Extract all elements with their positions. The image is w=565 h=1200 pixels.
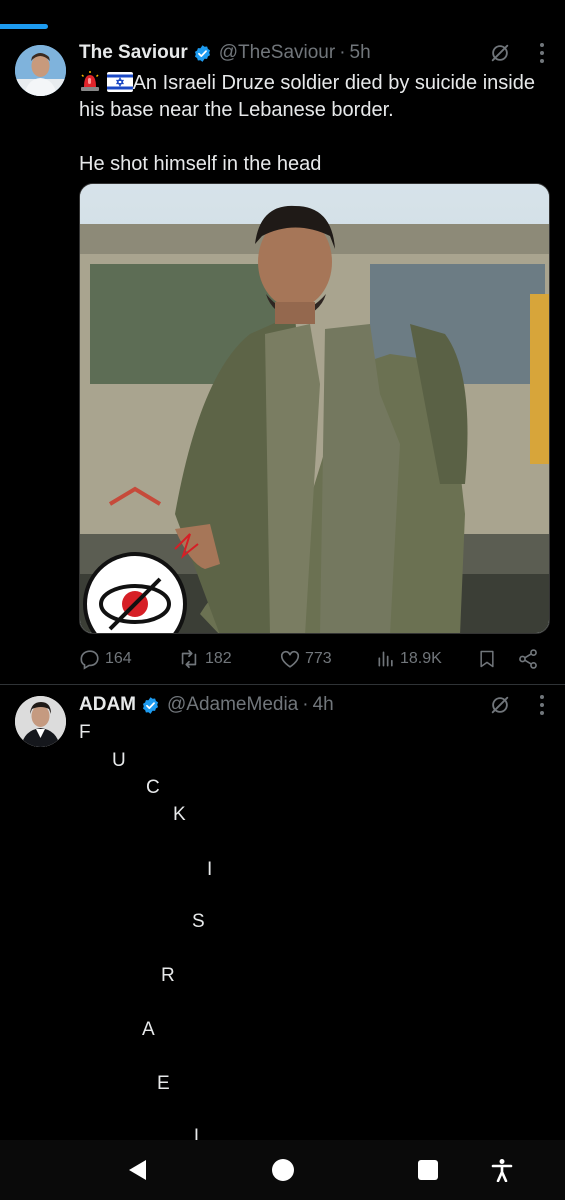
tweet-letter: E [157,1073,170,1094]
reply-button[interactable]: 164 [79,648,132,670]
tweet-letter: U [112,750,126,771]
reply-icon [80,650,99,670]
tweet-letter: F [79,722,91,743]
repost-icon [181,649,197,669]
separator: · [302,694,309,715]
more-icon[interactable] [539,41,545,65]
timestamp[interactable]: 5h [350,42,371,64]
tweet-letter: C [146,777,160,798]
author-name[interactable]: The Saviour [79,42,188,64]
reply-count: 164 [105,650,132,667]
views-icon [378,651,393,667]
tweet-text-line: An Israeli Druze soldier died by suicide… [79,72,535,121]
tweet-letter: R [161,965,175,986]
tweet-letter: K [173,804,186,825]
more-icon[interactable] [539,693,545,717]
views-button[interactable]: 18.9K [376,648,442,670]
like-icon [280,650,300,668]
like-button[interactable]: 773 [279,648,332,670]
israel-flag-icon [106,72,133,92]
tweet-letter: A [142,1019,155,1040]
tweet-header: ADAM @AdameMedia · 4h [79,692,551,718]
views-count: 18.9K [400,650,442,667]
share-button[interactable] [517,648,543,670]
separator: · [339,42,346,63]
author-name[interactable]: ADAM [79,694,136,716]
repost-button[interactable]: 182 [177,648,232,670]
tweet[interactable]: ADAM @AdameMedia · 4h F U C K I S R A E … [0,686,565,1140]
avatar[interactable] [15,45,66,96]
tweet-text: An Israeli Druze soldier died by suicide… [79,70,551,178]
tweet-actions: 164 182 773 18.9K [79,648,547,672]
repost-count: 182 [205,650,232,667]
avatar[interactable] [15,696,66,747]
system-navigation-bar [0,1140,565,1200]
verified-icon [142,696,159,714]
author-handle[interactable]: @AdameMedia [167,694,298,716]
bookmark-button[interactable] [477,648,501,670]
author-handle[interactable]: @TheSaviour [219,42,335,64]
tweet-letter: L [194,1126,205,1140]
recents-icon[interactable] [417,1158,439,1182]
grok-icon[interactable] [489,694,511,716]
tweet[interactable]: The Saviour @TheSaviour · 5h An Israeli … [0,30,565,685]
tweet-header: The Saviour @TheSaviour · 5h [79,40,551,66]
bookmark-icon [480,650,494,668]
tweet-image[interactable] [79,183,550,634]
timestamp[interactable]: 4h [313,694,334,716]
soldier-photo [80,184,549,633]
verified-icon [194,44,210,62]
grok-icon[interactable] [489,42,511,64]
accessibility-icon[interactable] [490,1158,514,1182]
back-icon[interactable] [126,1158,148,1182]
tweet-text-line: He shot himself in the head [79,153,322,175]
loading-progress-bar [0,24,48,29]
tweet-letter: S [192,911,205,932]
siren-icon [81,71,99,91]
tweet-letter: I [207,859,213,880]
home-icon[interactable] [271,1158,295,1182]
like-count: 773 [305,650,332,667]
share-icon [519,649,537,669]
